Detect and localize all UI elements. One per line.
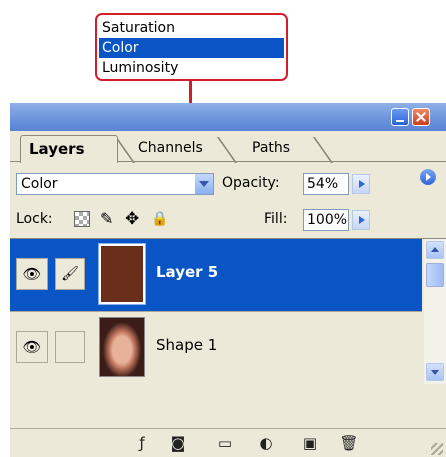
lock-row: Lock: ✎ ✥ 🔒 Fill: 100%	[10, 201, 446, 238]
layer-list: 👁 🖌 Layer 5 👁 Shape 1	[10, 238, 446, 429]
lock-all-icon[interactable]: 🔒	[151, 211, 168, 227]
scroll-down-button[interactable]	[426, 363, 444, 381]
blend-mode-select[interactable]: Color	[16, 173, 214, 195]
panel-titlebar	[10, 103, 446, 131]
eye-icon[interactable]: 👁	[16, 258, 48, 290]
mask-icon[interactable]: ◙	[168, 434, 188, 452]
panel-tabs: Layers Channels Paths	[10, 131, 446, 185]
opacity-label: Opacity:	[222, 175, 280, 191]
lock-pixels-brush-icon[interactable]: ✎	[100, 211, 116, 227]
opacity-field[interactable]: 54%	[303, 173, 349, 195]
layer-name[interactable]: Layer 5	[156, 263, 218, 281]
layer-row[interactable]: 👁 🖌 Layer 5	[10, 239, 422, 311]
blend-mode-value: Color	[21, 176, 58, 192]
layer-thumbnail[interactable]	[98, 243, 146, 305]
resize-grip[interactable]	[431, 443, 443, 455]
adjustment-layer-icon[interactable]: ◐	[256, 434, 276, 452]
eye-icon[interactable]: 👁	[16, 331, 48, 363]
layer-name[interactable]: Shape 1	[156, 336, 217, 354]
blend-option-saturation[interactable]: Saturation	[99, 18, 284, 38]
blend-mode-dropdown-list: Saturation Color Luminosity	[95, 13, 288, 81]
layer-style-icon[interactable]: ƒ	[132, 434, 152, 452]
trash-icon[interactable]: 🗑	[339, 434, 359, 452]
layer-row[interactable]: 👁 Shape 1	[10, 312, 422, 384]
new-group-icon[interactable]: ▭	[215, 434, 235, 452]
layer-scrollbar[interactable]	[424, 239, 446, 384]
blend-option-color[interactable]: Color	[99, 38, 284, 58]
tab-channels[interactable]: Channels	[128, 135, 220, 161]
scroll-up-button[interactable]	[426, 241, 444, 259]
fill-slider-button[interactable]	[352, 210, 370, 230]
scroll-thumb[interactable]	[426, 263, 444, 287]
lock-transparency-icon[interactable]	[74, 211, 90, 227]
brush-icon[interactable]: 🖌	[55, 258, 85, 290]
opacity-slider-button[interactable]	[352, 174, 370, 194]
blend-row: Color Opacity: 54%	[10, 163, 446, 201]
lock-position-move-icon[interactable]: ✥	[125, 211, 141, 228]
panel-bottom-bar: ƒ ◙ ▭ ◐ ▣ 🗑	[10, 428, 446, 457]
tab-paths[interactable]: Paths	[242, 135, 332, 161]
tab-layers[interactable]: Layers	[20, 135, 118, 163]
lock-label: Lock:	[16, 211, 53, 227]
minimize-button[interactable]	[391, 108, 409, 126]
layer-thumbnail[interactable]	[99, 317, 145, 377]
fill-field[interactable]: 100%	[303, 209, 349, 231]
chevron-down-icon[interactable]	[195, 174, 213, 194]
close-button[interactable]	[412, 108, 430, 126]
layers-panel: Layers Channels Paths Color Opacity: 54%…	[10, 103, 446, 457]
fill-label: Fill:	[264, 211, 288, 227]
new-layer-icon[interactable]: ▣	[300, 434, 320, 452]
blend-option-luminosity[interactable]: Luminosity	[99, 58, 284, 78]
link-cell[interactable]	[55, 331, 85, 363]
